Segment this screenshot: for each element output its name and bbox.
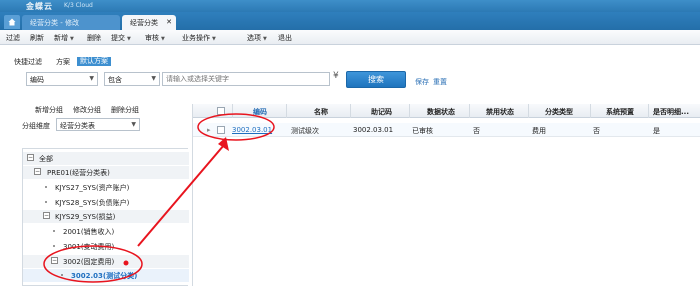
column-header-type[interactable]: 分类类型 [545,107,573,117]
chevron-down-icon: ▼ [263,36,267,42]
default-scheme-tab[interactable]: 默认方案 [77,57,111,66]
cell-name: 测试级次 [291,127,319,135]
tree-node[interactable]: − 全部 [23,152,189,165]
tree-node[interactable]: − PRE01(经营分类表) [23,166,189,179]
app-logo: 金蝶云 [26,2,53,11]
collapse-icon[interactable]: − [27,154,34,161]
table-row[interactable]: ▸ 3002.03.01 测试级次 3002.03.01 已审核 否 费用 否 … [193,123,700,137]
group-dimension-select[interactable]: 经营分类表 ▼ [56,118,140,131]
row-checkbox[interactable] [217,126,225,134]
options-button[interactable]: 选项 ▼ [247,33,267,43]
cell-is-detail: 是 [653,127,660,135]
title-bar: 金蝶云 K/3 Cloud [0,0,700,12]
cell-type: 费用 [532,127,546,135]
business-ops-button[interactable]: 业务操作 ▼ [182,33,216,43]
reset-scheme-link[interactable]: 重置 [433,77,447,87]
field-select[interactable]: 编码 ▼ [26,72,98,86]
chevron-down-icon: ▼ [131,121,136,128]
column-header-code[interactable]: 编码 [253,107,267,117]
expand-filter-icon[interactable]: ¥ [333,71,339,81]
column-divider [350,104,351,118]
add-group-button[interactable]: 新增分组 [35,105,63,115]
column-divider [648,104,649,118]
bullet-icon [45,186,47,188]
keyword-input[interactable] [162,72,330,86]
column-header-name[interactable]: 名称 [314,107,328,117]
home-icon [8,18,16,26]
column-divider [590,104,591,118]
tree-node[interactable]: − KJYS29_SYS(损益) [23,210,189,223]
column-header-preset[interactable]: 系统预置 [606,107,634,117]
tab-label: 经营分类 - 修改 [30,19,79,27]
row-indicator-icon: ▸ [207,126,211,134]
submit-button[interactable]: 提交 ▼ [111,33,131,43]
column-divider [286,104,287,118]
exit-button[interactable]: 退出 [278,33,292,43]
home-tab[interactable] [4,15,20,29]
data-grid: 编码 名称 助记码 数据状态 禁用状态 分类类型 系统预置 是否明细... ▸ … [192,104,700,286]
search-button[interactable]: 搜索 [346,71,406,88]
column-divider [409,104,410,118]
bullet-icon [61,274,63,276]
column-header-is-detail[interactable]: 是否明细... [653,107,689,117]
close-icon[interactable]: ✕ [166,18,172,26]
cell-mnemonic: 3002.03.01 [353,126,394,134]
chevron-down-icon: ▼ [127,36,131,42]
bullet-icon [45,201,47,203]
tab-bar: 经营分类 - 修改 经营分类 ✕ [0,12,700,30]
collapse-icon[interactable]: − [51,257,58,264]
tree-node[interactable]: KJYS28_SYS(负债账户) [23,196,189,209]
filter-button[interactable]: 过滤 [6,33,20,43]
tree-node-selected[interactable]: 3002.03(测试分类) [23,269,189,282]
column-divider [469,104,470,118]
main-toolbar: 过滤 刷新 新增 ▼ 删除 提交 ▼ 审核 ▼ 业务操作 ▼ 选项 ▼ 退出 [0,30,700,45]
chevron-down-icon: ▼ [70,36,74,42]
column-divider [528,104,529,118]
audit-button[interactable]: 审核 ▼ [145,33,165,43]
save-scheme-link[interactable]: 保存 [415,77,429,87]
cell-disabled: 否 [473,127,480,135]
cell-data-status: 已审核 [412,127,433,135]
tree-node[interactable]: 2001(销售收入) [23,225,189,238]
tab-business-category[interactable]: 经营分类 ✕ [122,15,176,30]
column-divider [232,104,233,118]
cell-code[interactable]: 3002.03.01 [232,126,272,134]
delete-button[interactable]: 删除 [87,33,101,43]
column-header-data-status[interactable]: 数据状态 [427,107,455,117]
bullet-icon [53,230,55,232]
delete-group-button[interactable]: 删除分组 [111,105,139,115]
chevron-down-icon: ▼ [161,36,165,42]
bullet-icon [53,245,55,247]
chevron-down-icon: ▼ [89,75,94,82]
tree-node[interactable]: 3001(变动费用) [23,240,189,253]
group-dimension-label: 分组维度 [22,122,50,130]
chevron-down-icon: ▼ [151,75,156,82]
tree-node[interactable]: − 3002(固定费用) [23,255,189,268]
column-header-mnemonic[interactable]: 助记码 [371,107,392,117]
tree-node[interactable]: KJYS27_SYS(资产账户) [23,181,189,194]
collapse-icon[interactable]: − [43,212,50,219]
operator-select[interactable]: 包含 ▼ [104,72,160,86]
grid-header: 编码 名称 助记码 数据状态 禁用状态 分类类型 系统预置 是否明细... [193,104,700,118]
app-logo-sub: K/3 Cloud [64,2,93,9]
add-button[interactable]: 新增 ▼ [54,33,74,43]
collapse-icon[interactable]: − [34,168,41,175]
cell-preset: 否 [593,127,600,135]
scheme-tab[interactable]: 方案 [56,57,70,67]
edit-group-button[interactable]: 修改分组 [73,105,101,115]
quick-filter-label: 快捷过滤 [14,58,42,66]
select-all-checkbox[interactable] [217,107,225,115]
refresh-button[interactable]: 刷新 [30,33,44,43]
chevron-down-icon: ▼ [212,36,216,42]
category-tree: − 全部 − PRE01(经营分类表) KJYS27_SYS(资产账户) KJY… [22,148,189,286]
tab-label: 经营分类 [130,19,158,27]
tab-business-category-edit[interactable]: 经营分类 - 修改 [22,15,120,30]
column-header-disabled[interactable]: 禁用状态 [486,107,514,117]
